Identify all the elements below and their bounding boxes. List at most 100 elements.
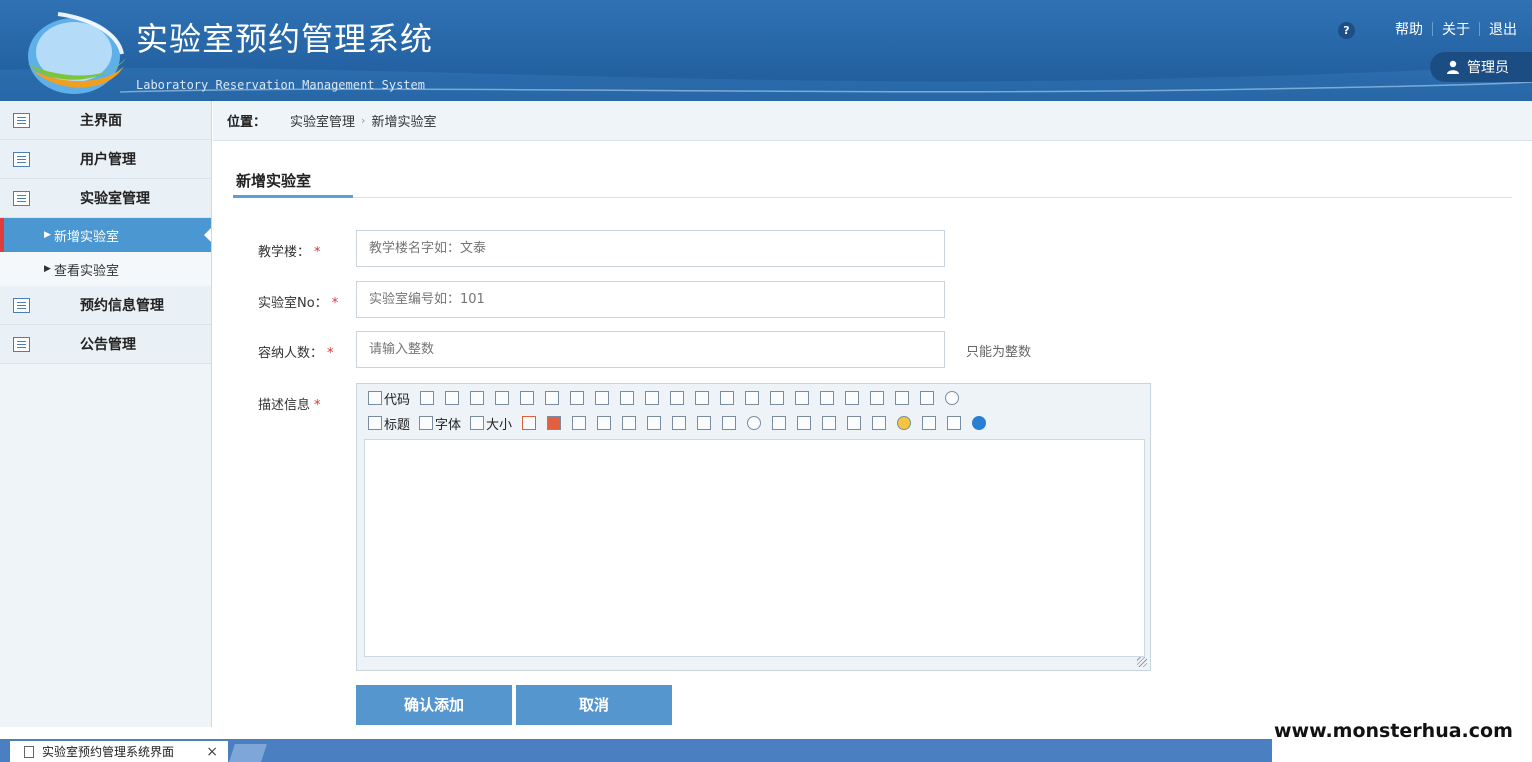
print-icon[interactable] bbox=[516, 388, 538, 408]
description-label-text: 描述信息 bbox=[258, 398, 311, 413]
copy-icon[interactable] bbox=[566, 388, 588, 408]
font-button[interactable]: 字体 bbox=[416, 413, 464, 433]
breadcrumb-parent[interactable]: 实验室管理 bbox=[290, 111, 355, 130]
lab-no-label: 实验室No： * bbox=[258, 292, 338, 311]
font-icon bbox=[419, 416, 434, 430]
help-link[interactable]: 帮助 bbox=[1386, 19, 1432, 39]
user-menu[interactable]: 管理员 bbox=[1430, 52, 1532, 82]
link-icon[interactable] bbox=[918, 413, 940, 433]
description-label: 描述信息 * bbox=[258, 394, 321, 413]
building-label: 教学楼： * bbox=[258, 241, 321, 260]
size-button[interactable]: 大小 bbox=[467, 413, 515, 433]
table-icon[interactable] bbox=[793, 413, 815, 433]
sidebar-item-announcements[interactable]: 公告管理 bbox=[0, 325, 211, 364]
paste-text-icon[interactable] bbox=[616, 388, 638, 408]
align-justify-icon[interactable] bbox=[741, 388, 763, 408]
highlight-color-icon[interactable] bbox=[543, 413, 565, 433]
indent-icon[interactable] bbox=[816, 388, 838, 408]
close-icon[interactable]: × bbox=[206, 744, 218, 760]
top-links: 帮助 关于 退出 bbox=[1386, 19, 1526, 39]
logout-link[interactable]: 退出 bbox=[1480, 19, 1526, 39]
list-icon bbox=[13, 152, 30, 167]
browser-tab-title: 实验室预约管理系统界面 bbox=[42, 745, 175, 759]
undo-icon[interactable] bbox=[466, 388, 488, 408]
rich-text-editor: 代码 标题 字体 大小 bbox=[356, 383, 1151, 671]
align-center-icon[interactable] bbox=[691, 388, 713, 408]
building-input[interactable] bbox=[356, 230, 945, 267]
eraser-icon[interactable] bbox=[668, 413, 690, 433]
ordered-list-icon[interactable] bbox=[766, 388, 788, 408]
unordered-list-icon[interactable] bbox=[791, 388, 813, 408]
calendar-icon[interactable] bbox=[916, 388, 938, 408]
capacity-label-text: 容纳人数： bbox=[258, 346, 324, 361]
new-tab-button[interactable] bbox=[229, 744, 267, 762]
cancel-button[interactable]: 取消 bbox=[516, 685, 672, 725]
sidebar-item-label: 用户管理 bbox=[80, 152, 136, 168]
sidebar-subitem-view-labs[interactable]: ▶ 查看实验室 bbox=[0, 252, 211, 286]
find-icon[interactable] bbox=[416, 388, 438, 408]
special-char-icon[interactable] bbox=[843, 413, 865, 433]
form-tab-header: 新增实验室 bbox=[233, 160, 1512, 198]
image-icon[interactable] bbox=[718, 413, 740, 433]
emoticon-icon[interactable] bbox=[893, 413, 915, 433]
help-icon[interactable]: ? bbox=[1338, 22, 1355, 39]
flash-icon[interactable] bbox=[743, 413, 765, 433]
insert-table-icon[interactable] bbox=[818, 413, 840, 433]
info-icon[interactable] bbox=[968, 413, 990, 433]
editor-content-area[interactable] bbox=[364, 439, 1145, 657]
font-size-icon bbox=[470, 416, 485, 430]
sidebar-item-reservations[interactable]: 预约信息管理 bbox=[0, 286, 211, 325]
about-link[interactable]: 关于 bbox=[1433, 19, 1479, 39]
submit-button[interactable]: 确认添加 bbox=[356, 685, 512, 725]
subscript-icon[interactable] bbox=[866, 388, 888, 408]
resize-grip-icon[interactable] bbox=[1137, 657, 1147, 667]
breadcrumb-label: 位置： bbox=[227, 115, 267, 130]
list-icon bbox=[13, 191, 30, 206]
font-color-icon[interactable] bbox=[518, 413, 540, 433]
select-all-icon[interactable] bbox=[693, 413, 715, 433]
caret-right-icon: ▶ bbox=[44, 230, 51, 240]
clock-icon[interactable] bbox=[941, 388, 963, 408]
lab-no-input[interactable] bbox=[356, 281, 945, 318]
strikethrough-icon[interactable] bbox=[643, 413, 665, 433]
cut-icon[interactable] bbox=[541, 388, 563, 408]
sidebar-item-home[interactable]: 主界面 bbox=[0, 101, 211, 140]
superscript-icon[interactable] bbox=[891, 388, 913, 408]
sidebar-item-label: 公告管理 bbox=[80, 337, 136, 353]
preview-icon[interactable] bbox=[441, 388, 463, 408]
heading-icon bbox=[368, 416, 382, 430]
size-button-label: 大小 bbox=[486, 417, 513, 433]
bold-icon[interactable] bbox=[568, 413, 590, 433]
browser-tab[interactable]: 实验室预约管理系统界面 × bbox=[10, 741, 228, 762]
heading-button[interactable]: 标题 bbox=[365, 413, 413, 433]
breadcrumb: 位置： 实验室管理 › 新增实验室 bbox=[213, 101, 1532, 141]
list-icon bbox=[13, 113, 30, 128]
underline-icon[interactable] bbox=[618, 413, 640, 433]
code-icon bbox=[368, 391, 382, 405]
align-left-icon[interactable] bbox=[666, 388, 688, 408]
media-icon[interactable] bbox=[768, 413, 790, 433]
unlink-icon[interactable] bbox=[943, 413, 965, 433]
horizontal-rule-icon[interactable] bbox=[868, 413, 890, 433]
app-header: 实验室预约管理系统 Laboratory Reservation Managem… bbox=[0, 0, 1532, 101]
paste-icon[interactable] bbox=[591, 388, 613, 408]
redo-icon[interactable] bbox=[491, 388, 513, 408]
watermark-text: www.monsterhua.com bbox=[1274, 720, 1513, 742]
browser-tabstrip: 实验室预约管理系统界面 × bbox=[0, 739, 1272, 762]
paste-word-icon[interactable] bbox=[641, 388, 663, 408]
capacity-label: 容纳人数： * bbox=[258, 342, 334, 361]
align-right-icon[interactable] bbox=[716, 388, 738, 408]
italic-icon[interactable] bbox=[593, 413, 615, 433]
logo-globe-icon bbox=[28, 12, 126, 94]
editor-toolbar-row-1: 代码 bbox=[365, 387, 963, 409]
capacity-input[interactable] bbox=[356, 331, 945, 368]
code-button-label: 代码 bbox=[384, 392, 411, 408]
outdent-icon[interactable] bbox=[841, 388, 863, 408]
sidebar-subitem-add-lab[interactable]: ▶ 新增实验室 bbox=[0, 218, 211, 252]
font-button-label: 字体 bbox=[435, 417, 462, 433]
sidebar-subitem-label: 新增实验室 bbox=[54, 229, 120, 245]
sidebar-item-label: 主界面 bbox=[80, 113, 122, 129]
sidebar-item-users[interactable]: 用户管理 bbox=[0, 140, 211, 179]
code-button[interactable]: 代码 bbox=[365, 388, 413, 408]
sidebar-item-labs[interactable]: 实验室管理 bbox=[0, 179, 211, 218]
